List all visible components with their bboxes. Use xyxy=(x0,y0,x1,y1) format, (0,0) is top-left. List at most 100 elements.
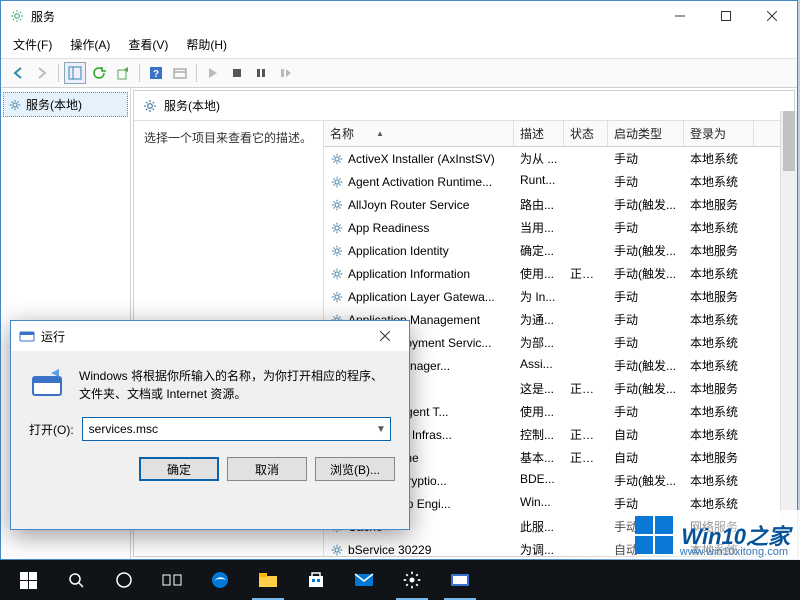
service-status xyxy=(564,286,608,307)
service-logon: 本地系统 xyxy=(684,171,754,192)
run-combobox[interactable]: ▼ xyxy=(82,417,391,441)
service-row[interactable]: Application Information使用...正在...手动(触发..… xyxy=(324,262,794,285)
titlebar: 服务 xyxy=(1,1,797,31)
service-start-type: 手动(触发... xyxy=(608,263,684,284)
service-row[interactable]: Application Identity 确定... 手动(触发...本地服务 xyxy=(324,239,794,262)
col-status[interactable]: 状态 xyxy=(564,121,608,146)
gear-icon xyxy=(142,98,158,114)
service-desc: 这是... xyxy=(514,378,564,399)
service-start-type: 手动 xyxy=(608,148,684,169)
edge-icon[interactable] xyxy=(196,560,244,600)
service-row[interactable]: ActiveX Installer (AxInstSV)为从 ...手动本地系统 xyxy=(324,147,794,170)
run-icon xyxy=(19,328,35,344)
mail-icon[interactable] xyxy=(340,560,388,600)
store-icon[interactable] xyxy=(292,560,340,600)
service-start-type: 手动(触发... xyxy=(608,355,684,376)
start-service-button[interactable] xyxy=(202,62,224,84)
service-logon: 本地系统 xyxy=(684,355,754,376)
menubar: 文件(F) 操作(A) 查看(V) 帮助(H) xyxy=(1,31,797,59)
service-name: Application Identity xyxy=(348,244,449,258)
service-start-type: 手动 xyxy=(608,286,684,307)
task-view-icon[interactable] xyxy=(148,560,196,600)
start-button[interactable] xyxy=(4,560,52,600)
service-desc: 使用... xyxy=(514,401,564,422)
gear-icon xyxy=(330,244,344,258)
minimize-button[interactable] xyxy=(657,1,703,31)
run-input[interactable] xyxy=(83,420,372,438)
gear-icon xyxy=(330,198,344,212)
scrollbar-thumb[interactable] xyxy=(783,111,795,171)
maximize-button[interactable] xyxy=(703,1,749,31)
chevron-down-icon[interactable]: ▼ xyxy=(372,424,390,435)
run-close-button[interactable] xyxy=(363,321,407,351)
col-name[interactable]: 名称▲ xyxy=(324,121,514,146)
menu-help[interactable]: 帮助(H) xyxy=(178,33,235,56)
browse-button[interactable]: 浏览(B)... xyxy=(315,457,395,481)
service-status xyxy=(564,217,608,238)
ok-button[interactable]: 确定 xyxy=(139,457,219,481)
properties-button[interactable] xyxy=(169,62,191,84)
restart-service-button[interactable] xyxy=(274,62,296,84)
file-explorer-icon[interactable] xyxy=(244,560,292,600)
service-status xyxy=(564,148,608,169)
service-start-type: 手动(触发... xyxy=(608,240,684,261)
cortana-icon[interactable] xyxy=(100,560,148,600)
service-row[interactable]: Agent Activation Runtime...Runt...手动本地系统 xyxy=(324,170,794,193)
show-hide-button[interactable] xyxy=(64,62,86,84)
col-logon[interactable]: 登录为 xyxy=(684,121,754,146)
service-row[interactable]: App Readiness当用...手动本地系统 xyxy=(324,216,794,239)
refresh-button[interactable] xyxy=(88,62,110,84)
detail-hint: 选择一个项目来查看它的描述。 xyxy=(144,131,312,145)
service-desc: 当用... xyxy=(514,217,564,238)
service-desc: 为 In... xyxy=(514,286,564,307)
service-desc: 为部... xyxy=(514,332,564,353)
menu-file[interactable]: 文件(F) xyxy=(5,33,60,56)
service-start-type: 自动 xyxy=(608,447,684,468)
service-start-type: 手动(触发... xyxy=(608,194,684,215)
stop-service-button[interactable] xyxy=(226,62,248,84)
toolbar: ? xyxy=(1,59,797,88)
back-button[interactable] xyxy=(7,62,29,84)
menu-action[interactable]: 操作(A) xyxy=(62,33,118,56)
service-desc: 控制... xyxy=(514,424,564,445)
service-start-type: 手动(触发... xyxy=(608,378,684,399)
service-logon: 本地系统 xyxy=(684,217,754,238)
service-status xyxy=(564,194,608,215)
help-button[interactable]: ? xyxy=(145,62,167,84)
service-logon: 本地服务 xyxy=(684,194,754,215)
service-desc: Assi... xyxy=(514,355,564,376)
gear-icon xyxy=(330,221,344,235)
gear-icon xyxy=(8,98,22,112)
cancel-button[interactable]: 取消 xyxy=(227,457,307,481)
service-logon: 本地系统 xyxy=(684,401,754,422)
search-icon[interactable] xyxy=(52,560,100,600)
close-button[interactable] xyxy=(749,1,795,31)
gear-icon xyxy=(9,8,25,24)
tree-item-label: 服务(本地) xyxy=(26,96,82,113)
tree-item-services-local[interactable]: 服务(本地) xyxy=(3,92,128,117)
menu-view[interactable]: 查看(V) xyxy=(120,33,176,56)
watermark: Win10之家 www.win10xitong.com xyxy=(540,510,800,560)
col-desc[interactable]: 描述 xyxy=(514,121,564,146)
settings-icon[interactable] xyxy=(388,560,436,600)
window-title: 服务 xyxy=(31,8,657,25)
run-dialog: 运行 Windows 将根据你所输入的名称，为你打开相应的程序、文件夹、文档或 … xyxy=(10,320,410,530)
run-large-icon xyxy=(29,367,65,403)
service-row[interactable]: AllJoyn Router Service路由...手动(触发...本地服务 xyxy=(324,193,794,216)
services-taskbar-icon[interactable] xyxy=(436,560,484,600)
service-row[interactable]: Application Layer Gatewa...为 In...手动本地服务 xyxy=(324,285,794,308)
service-logon: 本地系统 xyxy=(684,470,754,491)
service-status xyxy=(564,332,608,353)
service-desc: 确定... xyxy=(514,240,564,261)
pause-service-button[interactable] xyxy=(250,62,272,84)
watermark-url: www.win10xitong.com xyxy=(680,546,788,558)
forward-button[interactable] xyxy=(31,62,53,84)
service-logon: 本地系统 xyxy=(684,148,754,169)
service-desc: BDE... xyxy=(514,470,564,491)
gear-icon xyxy=(330,267,344,281)
gear-icon xyxy=(330,175,344,189)
col-start[interactable]: 启动类型 xyxy=(608,121,684,146)
vertical-scrollbar[interactable] xyxy=(780,111,797,519)
export-button[interactable] xyxy=(112,62,134,84)
service-logon: 本地服务 xyxy=(684,240,754,261)
